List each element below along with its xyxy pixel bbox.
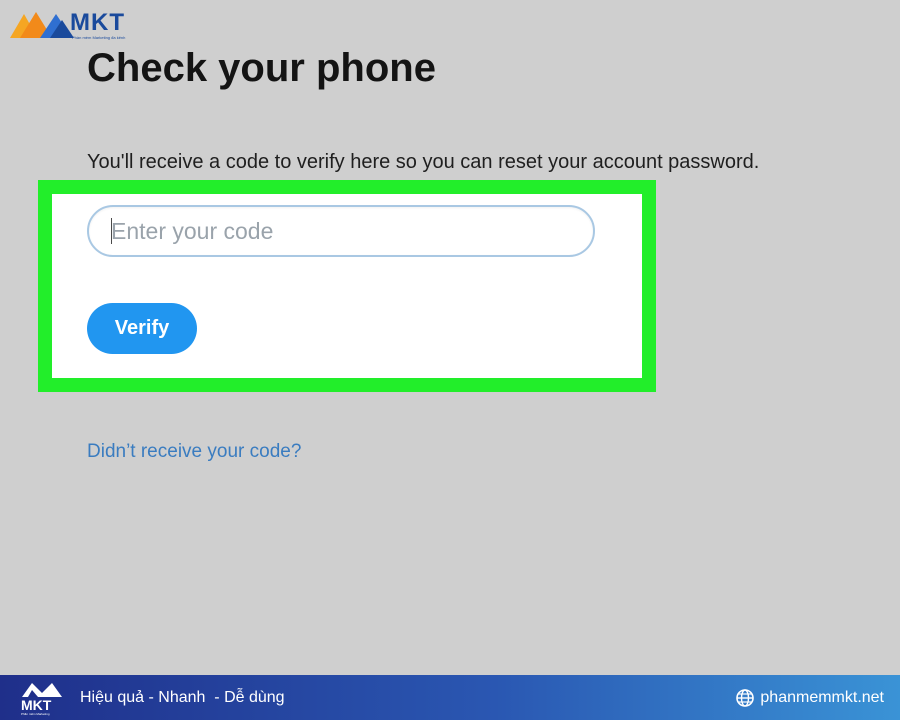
footer-site-text: phanmemmkt.net <box>760 689 884 706</box>
mkt-footer-logo-icon <box>22 683 62 697</box>
code-input[interactable] <box>87 205 595 257</box>
globe-icon <box>736 689 755 707</box>
code-form-highlight: Verify <box>38 180 656 392</box>
brand-logo: MKT Phần mềm Marketing đa kênh <box>10 8 140 42</box>
logo-tagline: Phần mềm Marketing đa kênh <box>72 35 126 40</box>
footer-slogan: Hiệu quả - Nhanh - Dễ dùng <box>80 689 285 706</box>
instructions-text: You'll receive a code to verify here so … <box>87 151 760 173</box>
logo-text: MKT <box>70 9 125 36</box>
resend-code-link[interactable]: Didn’t receive your code? <box>87 440 301 464</box>
verify-button[interactable]: Verify <box>87 303 197 354</box>
text-caret <box>111 218 112 244</box>
footer-site: phanmemmkt.net <box>736 687 884 709</box>
footer-logo: MKT Phần mềm Marketing <box>18 679 66 717</box>
footer-logo-text: MKT <box>21 697 52 713</box>
mkt-logo-icon <box>10 12 74 38</box>
footer-logo-tagline: Phần mềm Marketing <box>21 712 50 716</box>
page-title: Check your phone <box>87 46 436 90</box>
footer-banner: MKT Phần mềm Marketing Hiệu quả - Nhanh … <box>0 675 900 720</box>
